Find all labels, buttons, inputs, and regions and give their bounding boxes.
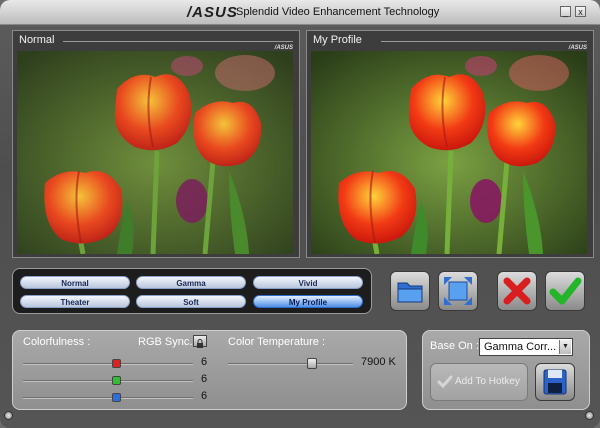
normal-preview-panel: Normal /ASUS — [12, 30, 300, 258]
corner-screw — [585, 411, 594, 420]
panel-divider — [63, 41, 293, 42]
colorfulness-label: Colorfulness : — [23, 336, 91, 348]
folder-icon — [397, 282, 423, 303]
cancel-button[interactable] — [497, 271, 537, 311]
fullscreen-icon — [444, 277, 472, 305]
color-controls-panel: Colorfulness : RGB Sync. Color Temperatu… — [12, 330, 407, 410]
red-slider-thumb[interactable] — [112, 359, 121, 368]
red-slider-track[interactable] — [23, 363, 193, 365]
my-profile-preview-panel: My Profile /ASUS — [306, 30, 594, 258]
mode-my-profile-button[interactable]: My Profile — [253, 295, 363, 308]
mode-vivid-button[interactable]: Vivid — [253, 276, 363, 289]
mode-selector: Normal Gamma Vivid Theater Soft My Profi… — [12, 268, 372, 314]
base-on-select[interactable]: Gamma Corr... ▼ — [479, 338, 573, 356]
checkmark-icon — [437, 375, 453, 389]
temperature-slider-track[interactable] — [228, 363, 353, 365]
green-slider-thumb[interactable] — [112, 376, 121, 385]
green-value: 6 — [201, 373, 208, 385]
mode-soft-button[interactable]: Soft — [136, 295, 246, 308]
panel-divider — [381, 41, 587, 42]
temperature-slider-thumb[interactable] — [307, 358, 317, 369]
normal-preview-image — [17, 51, 293, 254]
lock-icon — [197, 339, 203, 348]
normal-preview-label: Normal — [19, 34, 55, 46]
chevron-down-icon: ▼ — [559, 340, 571, 354]
cancel-x-icon — [503, 277, 531, 305]
mode-gamma-button[interactable]: Gamma — [136, 276, 246, 289]
my-profile-preview-image — [311, 51, 587, 254]
close-window-button[interactable]: x — [575, 6, 586, 17]
profile-settings-panel: Base On : Gamma Corr... ▼ Add To Hotkey — [422, 330, 590, 410]
temperature-value: 7900 K — [361, 356, 396, 368]
add-to-hotkey-button[interactable]: Add To Hotkey — [430, 363, 528, 401]
green-slider-track[interactable] — [23, 380, 193, 382]
my-profile-preview-label: My Profile — [313, 34, 362, 46]
open-folder-button[interactable] — [390, 271, 430, 311]
base-on-value: Gamma Corr... — [484, 341, 557, 353]
mode-normal-button[interactable]: Normal — [20, 276, 130, 289]
base-on-label: Base On : — [430, 340, 479, 352]
floppy-disk-icon — [543, 369, 567, 395]
splendid-window: /ASUS Splendid Video Enhancement Technol… — [0, 0, 600, 428]
mode-theater-button[interactable]: Theater — [20, 295, 130, 308]
rgb-sync-lock-button[interactable] — [193, 335, 207, 348]
save-profile-button[interactable] — [535, 363, 575, 401]
fullscreen-button[interactable] — [438, 271, 478, 311]
color-temperature-label: Color Temperature : — [228, 336, 326, 348]
minimize-button[interactable]: _ — [560, 6, 571, 17]
title-bar[interactable]: /ASUS Splendid Video Enhancement Technol… — [0, 0, 600, 25]
blue-slider-track[interactable] — [23, 397, 193, 399]
rgb-sync-label: RGB Sync. — [138, 336, 193, 348]
asus-logo: /ASUS — [187, 4, 238, 21]
blue-slider-thumb[interactable] — [112, 393, 121, 402]
checkmark-icon — [549, 277, 582, 305]
add-to-hotkey-label: Add To Hotkey — [455, 376, 520, 387]
red-value: 6 — [201, 356, 208, 368]
blue-value: 6 — [201, 390, 208, 402]
corner-screw — [4, 411, 13, 420]
apply-button[interactable] — [545, 271, 585, 311]
window-title: Splendid Video Enhancement Technology — [236, 6, 440, 18]
